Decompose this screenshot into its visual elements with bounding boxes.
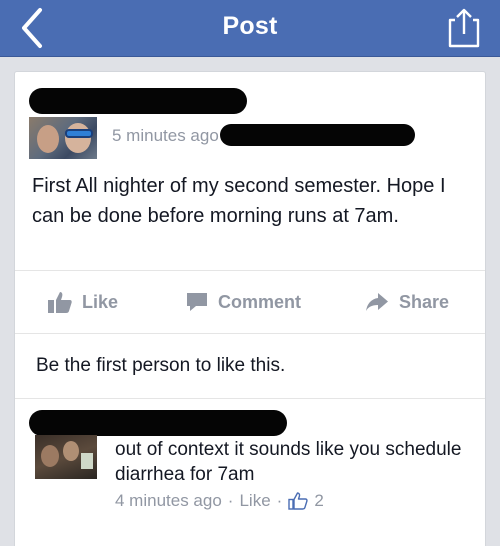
meta-separator: · [227,491,234,510]
meta-separator: · [276,491,283,510]
redacted-audience [220,124,415,146]
share-button[interactable] [444,6,484,50]
page-title: Post [222,12,278,40]
comment-bubble-icon [187,293,207,311]
avatar-face [41,445,59,467]
avatar-face [37,125,59,153]
comment-button[interactable]: Comment [186,287,301,317]
divider [15,270,485,271]
author-avatar[interactable] [29,117,97,159]
share-post-button[interactable]: Share [365,287,449,317]
like-button[interactable]: Like [48,287,118,317]
share-arrow-icon [366,293,388,311]
share-label: Share [399,291,450,312]
redacted-author-name [29,88,247,114]
comment-like-count[interactable]: 2 [314,491,323,511]
nav-bar: Post [0,0,500,57]
avatar-background-object [81,453,93,469]
avatar-face [63,441,79,461]
goggles-graphic [65,129,93,138]
like-label: Like [82,291,119,312]
post-body: First All nighter of my second semester.… [32,175,446,227]
post-card: 5 minutes ago First All nighter of my se… [14,71,486,546]
redacted-commenter-name [29,410,287,436]
comment-label: Comment [218,291,302,312]
comment-meta: 4 minutes ago · Like · 2 [115,491,324,511]
divider [15,333,485,334]
comment-body: out of context it sounds like you schedu… [115,439,462,485]
share-icon [448,8,480,48]
divider [15,398,485,399]
likes-summary: Be the first person to like this. [36,355,286,376]
back-button[interactable] [10,6,54,50]
comment-timestamp[interactable]: 4 minutes ago [115,491,222,511]
thumbs-up-icon [48,292,72,313]
chevron-left-icon [22,8,42,48]
post-timestamp[interactable]: 5 minutes ago [112,126,219,146]
comment-like-link[interactable]: Like [239,491,270,511]
avatar-face [65,123,91,153]
commenter-avatar[interactable] [35,435,97,479]
thumbs-up-outline-icon [288,492,308,510]
